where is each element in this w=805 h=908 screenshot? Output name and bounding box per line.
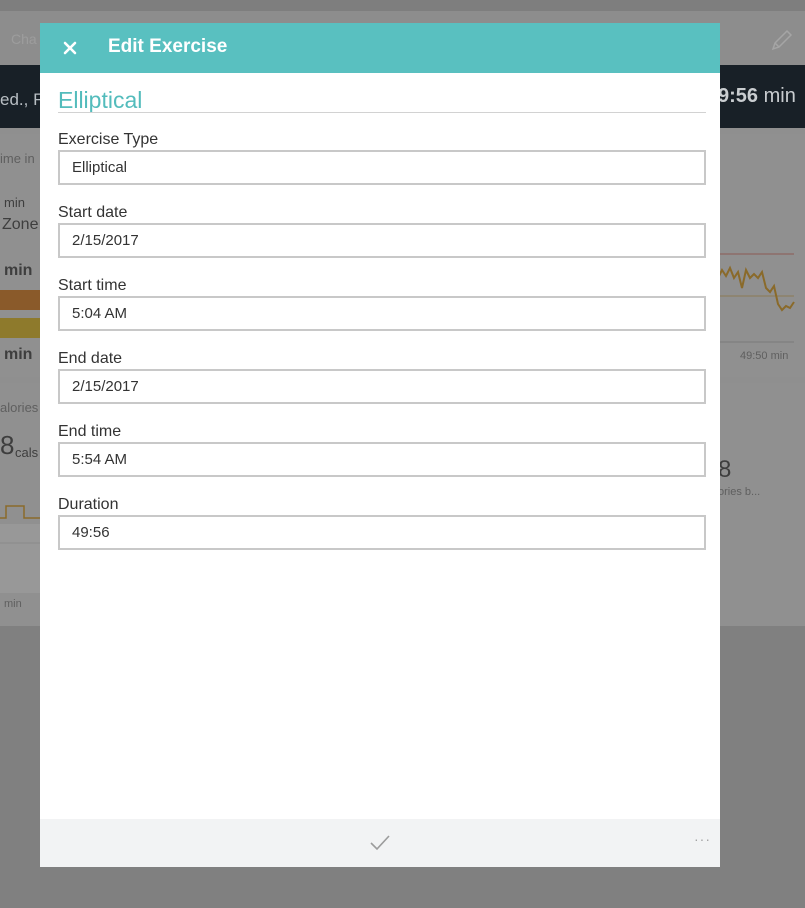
pencil-icon [771, 29, 793, 51]
start-time-field[interactable]: 5:04 AM [58, 296, 706, 331]
duration-label: Duration [58, 496, 119, 513]
bg-calories-series [0, 505, 40, 519]
bg-min-value-2: min [4, 346, 33, 363]
checkmark-icon [370, 835, 390, 851]
end-time-field[interactable]: 5:54 AM [58, 442, 706, 477]
bg-summary-value: 9:56 [718, 85, 759, 107]
bg-calories-chart [0, 505, 40, 593]
exercise-type-field[interactable]: Elliptical [58, 150, 706, 185]
bg-calories-value: 8 [0, 430, 15, 460]
dialog-footer: ··· [40, 819, 720, 867]
bg-chart-series [718, 265, 795, 312]
bg-zone-bar-orange [0, 290, 40, 310]
end-date-field[interactable]: 2/15/2017 [58, 369, 706, 404]
save-button[interactable] [369, 832, 391, 854]
bg-chart-time-label: 49:50 min [740, 350, 789, 362]
bg-heart-rate-chart [718, 253, 795, 343]
start-date-field[interactable]: 2/15/2017 [58, 223, 706, 258]
bg-header-text: Cha [11, 31, 37, 47]
bg-zone-label: Zone [2, 216, 39, 233]
start-date-label: Start date [58, 204, 128, 221]
exercise-type-label: Exercise Type [58, 131, 159, 148]
bg-min-label: min [4, 195, 25, 210]
close-icon [63, 41, 77, 55]
bg-right-label: ories b... [718, 486, 761, 498]
bg-right-value: 8 [718, 456, 732, 483]
section-divider [58, 112, 706, 113]
end-date-label: End date [58, 350, 123, 367]
close-button[interactable] [60, 38, 80, 58]
duration-field[interactable]: 49:56 [58, 515, 706, 550]
dialog-title: Edit Exercise [108, 36, 228, 57]
bg-top-strip [0, 0, 805, 11]
edit-exercise-dialog: Edit Exercise Elliptical Exercise Type E… [40, 23, 720, 867]
dialog-header: Edit Exercise [40, 23, 720, 73]
bg-summary-left: ed., F [0, 90, 44, 109]
bg-min-value-1: min [4, 262, 33, 279]
end-time-label: End time [58, 423, 122, 440]
bg-summary-unit: min [763, 85, 796, 107]
bg-time-in-label: ime in [0, 151, 35, 166]
more-options-button[interactable]: ··· [694, 831, 711, 847]
bg-calories-unit: cals [15, 445, 39, 460]
bg-summary-right: 9:56 min [718, 85, 796, 108]
bg-zone-bar-yellow [0, 318, 40, 338]
bg-calories-label: alories [0, 400, 39, 415]
start-time-label: Start time [58, 277, 127, 294]
section-title: Elliptical [58, 87, 143, 113]
bg-calories-bottom-label: min [4, 598, 22, 610]
bg-calories-area [0, 524, 40, 593]
